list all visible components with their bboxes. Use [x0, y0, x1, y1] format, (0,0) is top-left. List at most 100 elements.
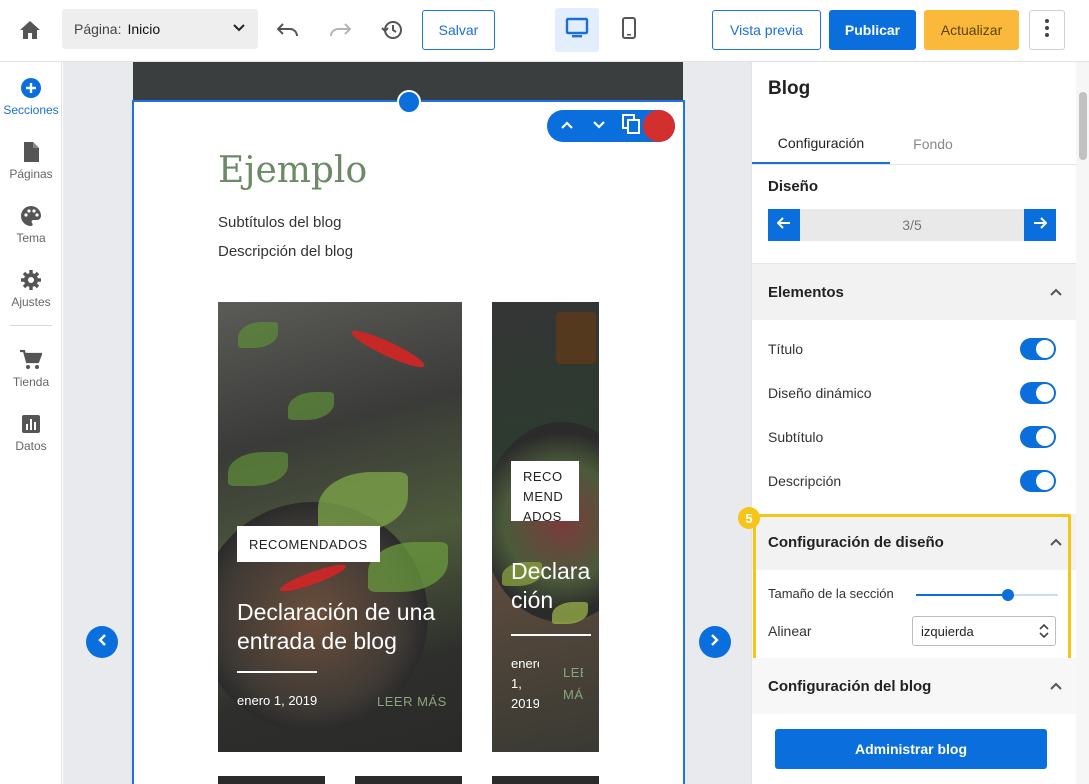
delete-section-button[interactable] [643, 110, 675, 142]
mobile-view-button[interactable] [607, 8, 651, 52]
elements-heading: Elementos [768, 284, 844, 301]
card-date: enero 1, 2019 [237, 693, 318, 708]
elements-header[interactable]: Elementos [752, 264, 1089, 320]
copy-icon [622, 113, 640, 139]
top-toolbar: Página: Inicio Salvar Vista previa Publi… [0, 0, 1089, 62]
card-badge: RECO MEND ADOS [511, 461, 579, 521]
card-divider [511, 634, 591, 636]
rail-divider [10, 325, 52, 326]
save-button[interactable]: Salvar [422, 10, 495, 50]
chevron-right-icon [710, 633, 720, 652]
title-toggle[interactable] [1020, 338, 1056, 360]
settings-panel: Blog Configuración Fondo Diseño 3/5 Elem… [751, 62, 1089, 784]
card-date: enero 1, 2019 [511, 656, 539, 711]
more-options-button[interactable] [1029, 10, 1065, 50]
rail-item-theme[interactable]: Tema [0, 202, 62, 258]
move-up-button[interactable] [551, 110, 583, 142]
rail-item-data[interactable]: Datos [0, 410, 62, 466]
chevron-left-icon [97, 633, 107, 652]
tabs-divider [752, 164, 1089, 165]
dynamic-design-toggle[interactable] [1020, 382, 1056, 404]
update-button[interactable]: Actualizar [924, 10, 1019, 50]
description-toggle[interactable] [1020, 470, 1056, 492]
section-toolbar [547, 110, 675, 142]
arrow-right-icon [1033, 216, 1048, 235]
subtitle-toggle[interactable] [1020, 426, 1056, 448]
tab-configuration[interactable]: Configuración [752, 124, 890, 164]
chevron-down-icon [592, 117, 606, 135]
add-circle-icon [19, 76, 43, 100]
publish-button[interactable]: Publicar [829, 10, 916, 50]
blog-description[interactable]: Descripción del blog [218, 243, 353, 260]
rail-item-pages[interactable]: Páginas [0, 138, 62, 194]
rail-item-label: Tema [16, 231, 46, 245]
chevron-up-icon[interactable] [1048, 678, 1064, 694]
gear-icon [19, 268, 43, 292]
mobile-icon [621, 16, 637, 44]
toggle-label: Diseño dinámico [768, 385, 872, 401]
manage-blog-button[interactable]: Administrar blog [775, 729, 1047, 769]
panel-scrollbar[interactable] [1076, 62, 1089, 784]
blog-config-header[interactable]: Configuración del blog [752, 658, 1089, 714]
scroll-thumb[interactable] [1079, 92, 1087, 160]
redo-icon[interactable] [324, 14, 356, 46]
post-thumbnail[interactable] [218, 776, 325, 784]
read-more-link[interactable]: LEER MÁS [563, 662, 583, 708]
design-heading: Diseño [768, 178, 819, 195]
toggle-label: Descripción [768, 473, 842, 489]
move-down-button[interactable] [583, 110, 615, 142]
arrow-left-icon [776, 216, 791, 235]
chevron-down-icon [232, 21, 246, 38]
design-prev-button[interactable] [768, 209, 800, 241]
history-icon[interactable] [376, 14, 408, 46]
rail-item-store[interactable]: Tienda [0, 346, 62, 402]
carousel-next-button[interactable] [699, 626, 731, 658]
section-drag-handle[interactable] [397, 90, 421, 114]
chevron-up-icon[interactable] [1048, 284, 1064, 300]
palette-icon [19, 204, 43, 228]
toggle-row-description: Descripción [768, 469, 1056, 493]
editor-canvas: Ejemplo Subtítulos del blog Descripción … [63, 62, 751, 784]
post-thumbnail[interactable] [492, 776, 599, 784]
chart-icon [19, 412, 43, 436]
blog-title[interactable]: Ejemplo [218, 150, 367, 191]
toggle-row-dynamic-design: Diseño dinámico [768, 381, 1056, 405]
blog-post-card[interactable]: RECO MEND ADOS Declaración enero 1, 2019… [492, 302, 599, 752]
design-stepper: 3/5 [768, 209, 1056, 241]
page-select-value: Inicio [127, 21, 161, 37]
blog-section[interactable]: Ejemplo Subtítulos del blog Descripción … [132, 100, 685, 784]
left-rail: Secciones Páginas Tema Ajustes Tienda Da… [0, 62, 62, 784]
post-thumbnail[interactable] [355, 776, 462, 784]
rail-item-settings[interactable]: Ajustes [0, 266, 62, 322]
undo-icon[interactable] [272, 14, 304, 46]
rail-item-label: Secciones [3, 103, 59, 117]
design-next-button[interactable] [1024, 209, 1056, 241]
desktop-view-button[interactable] [555, 8, 599, 52]
page-select-label: Página: [74, 21, 122, 37]
rail-item-label: Páginas [9, 167, 53, 181]
read-more-link[interactable]: LEER MÁS [377, 694, 447, 709]
card-title: Declaración de una entrada de blog [237, 599, 436, 654]
home-icon[interactable] [14, 14, 46, 46]
more-vertical-icon [1045, 18, 1049, 42]
toggle-label: Título [768, 341, 804, 357]
card-divider [237, 671, 317, 673]
toggle-label: Subtítulo [768, 429, 824, 445]
step-number-badge: 5 [738, 507, 760, 529]
cart-icon [19, 348, 43, 372]
rail-item-label: Tienda [12, 375, 50, 389]
carousel-prev-button[interactable] [86, 626, 118, 658]
chevron-up-icon [560, 117, 574, 135]
preview-button[interactable]: Vista previa [712, 10, 821, 50]
blog-subtitle[interactable]: Subtítulos del blog [218, 214, 341, 231]
panel-title: Blog [768, 78, 811, 99]
tab-background[interactable]: Fondo [890, 124, 976, 164]
toggle-row-subtitle: Subtítulo [768, 425, 1056, 449]
desktop-icon [565, 17, 589, 44]
rail-item-label: Datos [15, 439, 47, 453]
blog-post-card[interactable]: RECOMENDADOS Declaración de una entrada … [218, 302, 462, 752]
page-select[interactable]: Página: Inicio [62, 9, 258, 49]
rail-item-sections[interactable]: Secciones [0, 74, 62, 130]
page-icon [19, 140, 43, 164]
rail-item-label: Ajustes [11, 295, 51, 309]
